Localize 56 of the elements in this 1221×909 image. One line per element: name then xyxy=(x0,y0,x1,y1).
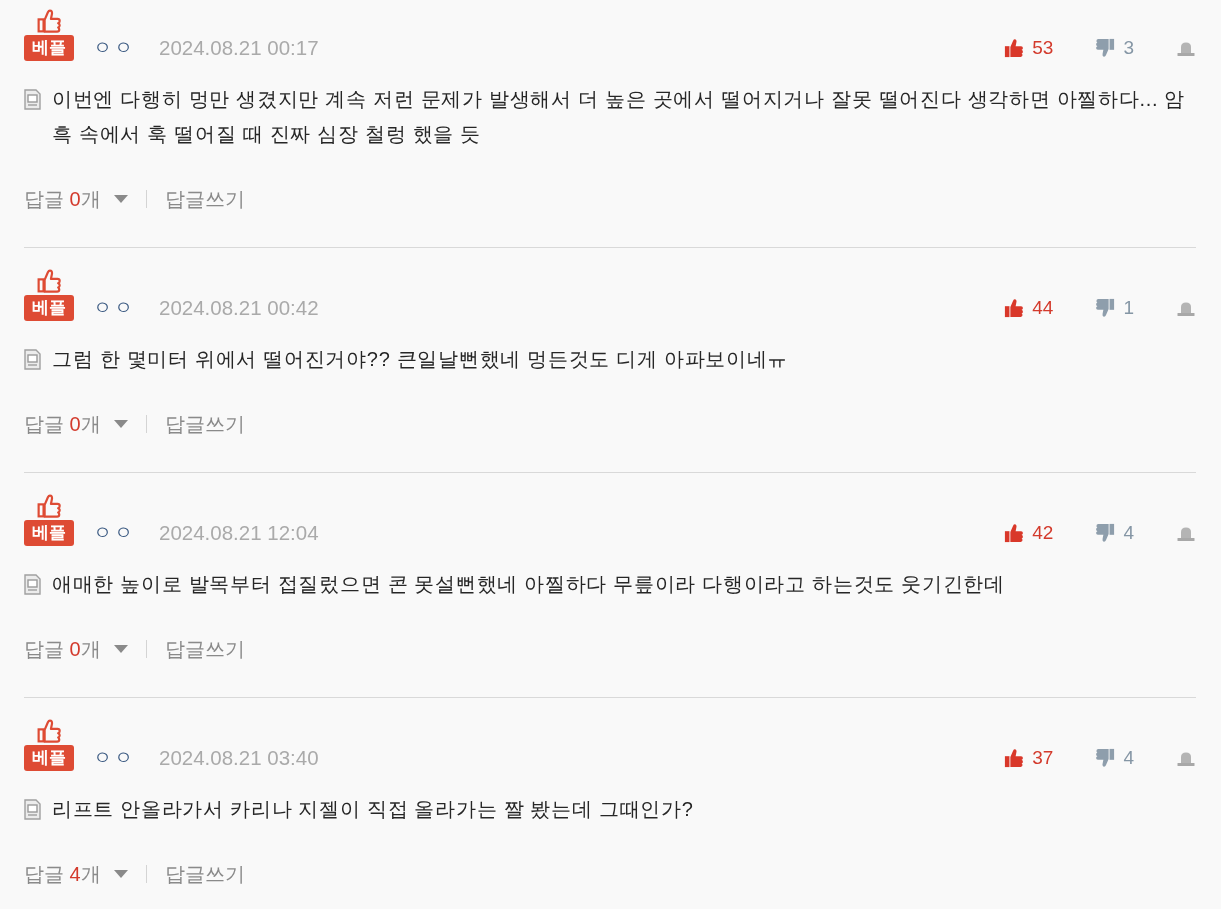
thumbs-up-icon xyxy=(37,719,61,743)
thumbs-down-icon xyxy=(1095,298,1116,318)
thumbs-down-icon xyxy=(1095,748,1116,768)
caret-icon xyxy=(113,645,128,653)
replies-toggle[interactable]: 답글 4개 xyxy=(24,862,128,886)
thumbs-up-icon xyxy=(1004,748,1025,768)
siren-icon[interactable] xyxy=(1176,525,1196,541)
author-link[interactable]: ㅇㅇ xyxy=(93,520,135,546)
thumbs-down-icon xyxy=(1095,523,1116,543)
comment-text: 애매한 높이로 발목부터 접질렀으면 콘 못설뻔했네 아찔하다 무릎이라 다행이라고 하는것도 웃기긴한데 xyxy=(52,572,1005,597)
siren-icon[interactable] xyxy=(1176,750,1196,766)
memo-icon xyxy=(24,574,41,595)
comment-text: 그럼 한 몇미터 위에서 떨어진거야?? 큰일날뻔했네 멍든것도 디게 아파보이네ㅠ xyxy=(52,347,789,372)
dislike-button[interactable]: 1 xyxy=(1095,297,1134,319)
comment-date: 2024.08.21 00:42 xyxy=(159,295,319,321)
write-reply-button[interactable]: 답글쓰기 xyxy=(164,862,245,886)
comment-text: 리프트 안올라가서 카리나 지젤이 직접 올라가는 짤 봤는데 그때인가? xyxy=(52,797,694,822)
thumbs-up-icon xyxy=(37,269,61,293)
caret-icon xyxy=(113,420,128,428)
siren-icon[interactable] xyxy=(1176,300,1196,316)
caret-icon xyxy=(113,870,128,878)
comment-date: 2024.08.21 00:17 xyxy=(159,35,319,61)
like-button[interactable]: 44 xyxy=(1004,297,1054,319)
dislike-button[interactable]: 4 xyxy=(1095,522,1134,544)
author-link[interactable]: ㅇㅇ xyxy=(93,295,135,321)
best-badge: 베플 xyxy=(24,295,74,321)
like-button[interactable]: 42 xyxy=(1004,522,1054,544)
best-badge: 베플 xyxy=(24,745,74,771)
thumbs-down-icon xyxy=(1095,38,1116,58)
comment-text: 이번엔 다행히 멍만 생겼지만 계속 저런 문제가 발생해서 더 높은 곳에서 떨어지거나 잘못 떨어진다 생각하면 아찔하다... 암흑 속에서 훅 떨어질 때 진짜 심장 철렁 했을 듯 xyxy=(52,87,1187,147)
dislike-button[interactable]: 3 xyxy=(1095,37,1134,59)
replies-toggle[interactable]: 답글 0개 xyxy=(24,187,128,211)
thumbs-up-icon xyxy=(37,494,61,518)
author-link[interactable]: ㅇㅇ xyxy=(93,35,135,61)
comment-date: 2024.08.21 03:40 xyxy=(159,745,319,771)
thumbs-up-icon xyxy=(1004,38,1025,58)
memo-icon xyxy=(24,799,41,820)
replies-toggle[interactable]: 답글 0개 xyxy=(24,637,128,661)
author-link[interactable]: ㅇㅇ xyxy=(93,745,135,771)
dislike-button[interactable]: 4 xyxy=(1095,747,1134,769)
thumbs-up-icon xyxy=(37,9,61,33)
like-button[interactable]: 37 xyxy=(1004,747,1054,769)
write-reply-button[interactable]: 답글쓰기 xyxy=(164,637,245,661)
caret-icon xyxy=(113,195,128,203)
like-button[interactable]: 53 xyxy=(1004,37,1054,59)
thumbs-up-icon xyxy=(1004,523,1025,543)
memo-icon xyxy=(24,89,41,110)
memo-icon xyxy=(24,349,41,370)
thumbs-up-icon xyxy=(1004,298,1025,318)
replies-toggle[interactable]: 답글 0개 xyxy=(24,412,128,436)
siren-icon[interactable] xyxy=(1176,40,1196,56)
write-reply-button[interactable]: 답글쓰기 xyxy=(164,412,245,436)
comment-date: 2024.08.21 12:04 xyxy=(159,520,319,546)
write-reply-button[interactable]: 답글쓰기 xyxy=(164,187,245,211)
best-badge: 베플 xyxy=(24,520,74,546)
best-badge: 베플 xyxy=(24,35,74,61)
